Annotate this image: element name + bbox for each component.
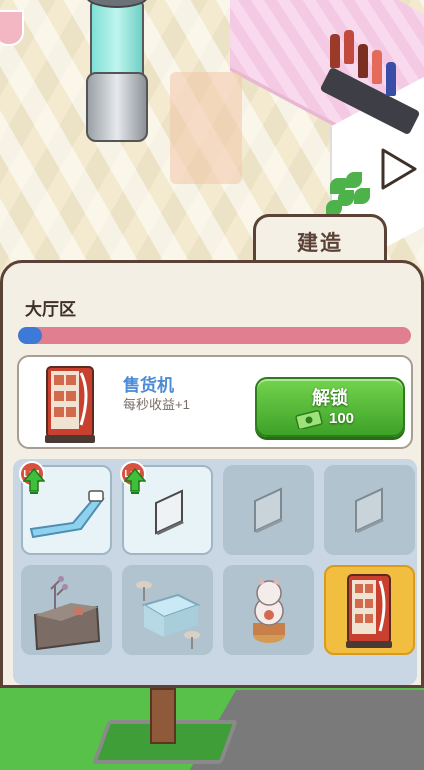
sign-post <box>150 688 176 744</box>
item-slot-wall-panel-3[interactable] <box>324 465 415 555</box>
vending-machine-preview <box>170 72 242 184</box>
area-progress-bar <box>18 327 411 344</box>
item-slot-wall-panel-2[interactable] <box>223 465 314 555</box>
vending-machine-icon <box>346 574 392 648</box>
flower-desk-icon <box>33 576 101 651</box>
item-slot-wall-panel-1[interactable]: Lv1 <box>120 461 213 555</box>
tab-build[interactable]: 建造 <box>253 214 387 266</box>
item-slot-table[interactable] <box>122 565 213 655</box>
area-progress-fill <box>18 327 42 344</box>
next-arrow-icon[interactable] <box>375 146 421 192</box>
item-name: 售货机 <box>123 376 174 395</box>
unlock-button[interactable]: 解锁 100 <box>255 377 405 437</box>
wall-panel-icon <box>355 487 384 533</box>
bottle <box>358 44 368 78</box>
bottle <box>372 50 382 84</box>
item-effect: 每秒收益+1 <box>123 397 190 412</box>
lucky-cat-icon <box>253 577 285 643</box>
vending-machine-icon <box>45 366 95 443</box>
selected-item-card: 售货机 每秒收益+1 解锁 100 <box>17 355 413 449</box>
item-slot-flower-desk[interactable] <box>21 565 112 655</box>
decor-item <box>0 10 24 46</box>
upgrade-arrow-icon <box>124 467 146 494</box>
aquarium[interactable] <box>90 0 144 82</box>
item-slot-vending-machine[interactable] <box>324 565 415 655</box>
item-grid: Lv1 Lv1 <box>13 459 417 685</box>
item-slot-conveyor[interactable]: Lv1 <box>19 461 112 555</box>
bottle <box>344 30 354 64</box>
build-panel: 大厅区 售货机 每秒收益+1 解锁 100 <box>0 260 424 688</box>
cash-icon <box>295 409 323 429</box>
bottle <box>386 62 396 96</box>
wall-panel-icon <box>254 487 283 533</box>
unlock-label: 解锁 <box>312 388 348 408</box>
bottle <box>330 34 340 68</box>
table-stools-icon <box>136 581 201 649</box>
area-title: 大厅区 <box>25 300 76 319</box>
unlock-price: 100 <box>329 410 355 427</box>
upgrade-arrow-icon <box>23 467 45 494</box>
item-slot-lucky-cat[interactable] <box>223 565 314 655</box>
aquarium-base <box>86 72 148 142</box>
